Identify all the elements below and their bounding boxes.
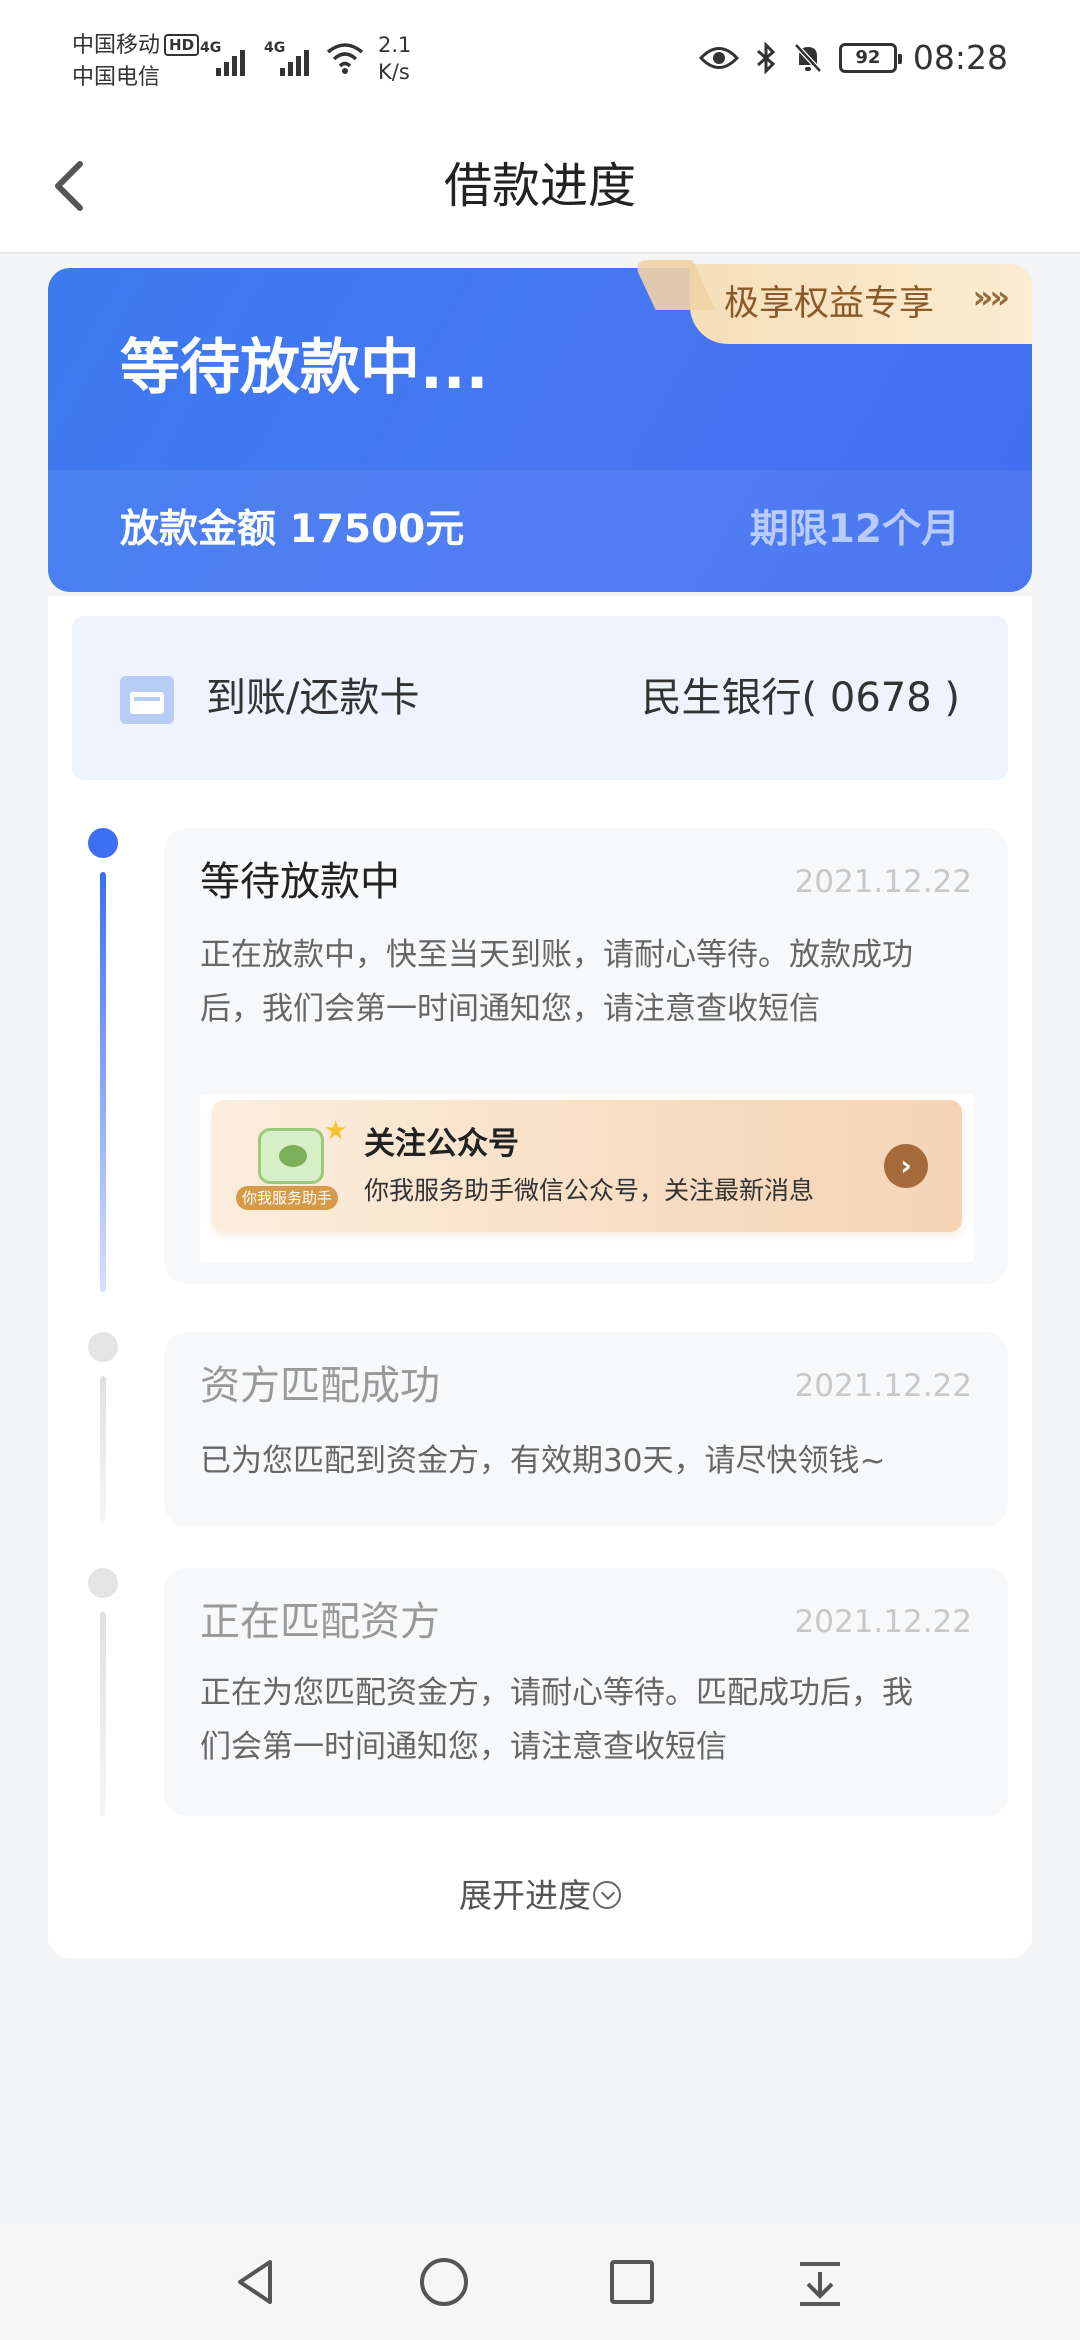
carrier-info: 中国移动 HD 中国电信 (72, 30, 200, 94)
assistant-tag: 你我服务助手 (236, 1186, 338, 1210)
step-desc-line: 们会第一时间通知您，请注意查收短信 (200, 1729, 727, 1765)
bank-card-row: 到账/还款卡 民生银行( 0678 ) (72, 616, 1008, 780)
chevron-down-circle-icon (593, 1881, 621, 1909)
step-card-1: 等待放款中 2021.12.22 正在放款中，快至当天到账，请耐心等待。放款成功… (164, 828, 1008, 1284)
bank-label: 到账/还款卡 (206, 675, 420, 721)
step-title: 资方匹配成功 (200, 1363, 440, 1409)
step-title: 等待放款中 (200, 859, 400, 905)
expand-label: 展开进度 (459, 1876, 591, 1915)
perks-banner[interactable]: 极享权益专享 »» (632, 260, 1032, 344)
timeline-line (100, 1376, 106, 1522)
expand-progress-button[interactable]: 展开进度 (48, 1870, 1032, 1922)
nav-notifications-button[interactable] (792, 2254, 848, 2310)
step-desc-line: 正在放款中，快至当天到账，请耐心等待。放款成功 (200, 937, 913, 973)
bell-muted-icon (794, 42, 822, 73)
wechat-assistant-icon: ★ 你我服务助手 (236, 1114, 348, 1216)
timeline-line-active (100, 872, 106, 1292)
timeline-dot (88, 1568, 118, 1598)
follow-account-banner[interactable]: ★ 你我服务助手 关注公众号 你我服务助手微信公众号，关注最新消息 › (212, 1100, 962, 1232)
loan-amount: 放款金额 17500元 (120, 507, 465, 552)
page-title: 借款进度 (443, 158, 636, 214)
step-description: 正在放款中，快至当天到账，请耐心等待。放款成功 后，我们会第一时间通知您，请注意… (200, 928, 990, 1036)
star-icon: ★ (324, 1116, 348, 1146)
triple-chevron-icon: »» (972, 278, 1010, 316)
battery-indicator: 92 (838, 42, 902, 73)
bluetooth-icon (756, 41, 776, 74)
follow-banner-container: ★ 你我服务助手 关注公众号 你我服务助手微信公众号，关注最新消息 › (200, 1094, 974, 1262)
step-desc-line: 正在为您匹配资金方，请耐心等待。匹配成功后，我 (200, 1675, 913, 1711)
bank-value: 民生银行( 0678 ) (641, 675, 960, 721)
nav-recents-button[interactable] (604, 2254, 660, 2310)
loan-status-title: 等待放款中... (120, 333, 489, 403)
step-date: 2021.12.22 (794, 1604, 973, 1640)
step-title: 正在匹配资方 (200, 1599, 440, 1645)
speed-value: 2.1 (378, 33, 412, 57)
clock: 08:28 (912, 38, 1008, 77)
step-desc-line: 已为您匹配到资金方，有效期30天，请尽快领钱~ (200, 1443, 886, 1479)
status-bar: 中国移动 HD 中国电信 4G 4G 2.1 K/s 92 08:28 (0, 0, 1080, 120)
loan-term: 期限12个月 (749, 507, 960, 552)
signal-icon: 4G (200, 40, 250, 76)
signal-indicators: 4G 4G (200, 40, 314, 76)
carrier-2: 中国电信 (72, 65, 161, 90)
eye-icon (698, 46, 739, 69)
step-description: 正在为您匹配资金方，请耐心等待。匹配成功后，我 们会第一时间通知您，请注意查收短… (200, 1666, 990, 1774)
nav-home-button[interactable] (416, 2254, 472, 2310)
carrier-1: 中国移动 (72, 33, 161, 58)
progress-panel: 到账/还款卡 民生银行( 0678 ) 等待放款中 2021.12.22 正在放… (48, 596, 1032, 1958)
step-date: 2021.12.22 (794, 1368, 973, 1404)
step-card-3: 正在匹配资方 2021.12.22 正在为您匹配资金方，请耐心等待。匹配成功后，… (164, 1568, 1008, 1816)
signal-icon: 4G (264, 40, 314, 76)
step-date: 2021.12.22 (794, 864, 973, 900)
status-right: 92 08:28 (698, 38, 1008, 77)
step-card-2: 资方匹配成功 2021.12.22 已为您匹配到资金方，有效期30天，请尽快领钱… (164, 1332, 1008, 1526)
perks-label: 极享权益专享 (724, 284, 935, 324)
speed-unit: K/s (378, 60, 410, 84)
follow-subtitle: 你我服务助手微信公众号，关注最新消息 (364, 1176, 815, 1205)
timeline-line (100, 1612, 106, 1816)
follow-title: 关注公众号 (364, 1126, 519, 1162)
timeline-dot (88, 1332, 118, 1362)
step-description: 已为您匹配到资金方，有效期30天，请尽快领钱~ (200, 1434, 990, 1488)
nav-back-button[interactable] (228, 2254, 284, 2310)
bank-card-icon (120, 676, 174, 724)
hd-badge: HD (164, 34, 200, 56)
timeline-dot-active (88, 828, 118, 858)
network-speed: 2.1 K/s (378, 32, 411, 86)
header: 借款进度 (0, 120, 1080, 254)
system-nav-bar (0, 2224, 1080, 2340)
step-desc-line: 后，我们会第一时间通知您，请注意查收短信 (200, 991, 820, 1027)
chevron-right-icon[interactable]: › (884, 1144, 928, 1188)
wifi-icon (326, 43, 364, 74)
